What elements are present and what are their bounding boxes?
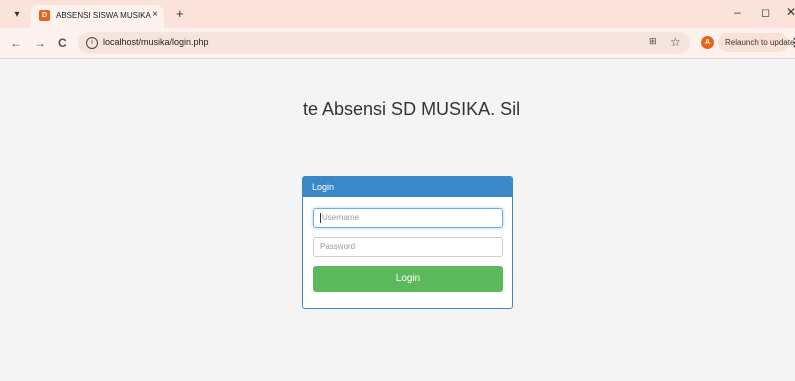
browser-menu-icon[interactable]: ⋮ [789,36,795,49]
scrolling-marquee-text: te Absensi SD MUSIKA. Sil [303,99,521,119]
close-window-button[interactable]: ✕ [786,5,795,19]
site-favicon-icon: D [39,10,50,21]
username-placeholder: Username [322,213,359,222]
login-button[interactable]: Login [313,266,503,292]
text-caret [320,212,321,223]
login-panel-heading: Login [303,177,512,197]
username-input[interactable]: Username [313,208,503,228]
login-panel: Login Username Password Login [302,176,513,309]
profile-avatar[interactable]: A [701,36,714,49]
url-text[interactable]: localhost/musika/login.php [103,37,209,47]
address-bar[interactable]: i localhost/musika/login.php ⊞ ☆ [78,32,690,54]
tab-title: ABSENSI SISWA MUSIKA [56,11,151,20]
translate-icon[interactable]: ⊞ [649,36,657,47]
tab-close-icon[interactable]: × [152,9,158,20]
reload-icon[interactable]: C [58,36,67,50]
forward-icon[interactable]: → [34,36,46,50]
tab-search-menu-icon[interactable]: ▾ [9,7,25,23]
browser-tab[interactable]: D ABSENSI SISWA MUSIKA × [31,5,164,28]
tab-strip: ▾ D ABSENSI SISWA MUSIKA × + – ◻ ✕ [0,0,795,28]
minimize-button[interactable]: – [734,5,741,19]
password-input[interactable]: Password [313,237,503,257]
bookmark-star-icon[interactable]: ☆ [670,35,681,49]
relaunch-button[interactable]: Relaunch to update [718,33,794,52]
new-tab-button[interactable]: + [176,6,184,21]
password-placeholder: Password [320,242,356,251]
browser-toolbar: ← → C i localhost/musika/login.php ⊞ ☆ A… [0,28,795,59]
site-info-icon[interactable]: i [86,37,98,49]
back-icon[interactable]: ← [10,36,22,50]
restore-button[interactable]: ◻ [761,6,770,19]
